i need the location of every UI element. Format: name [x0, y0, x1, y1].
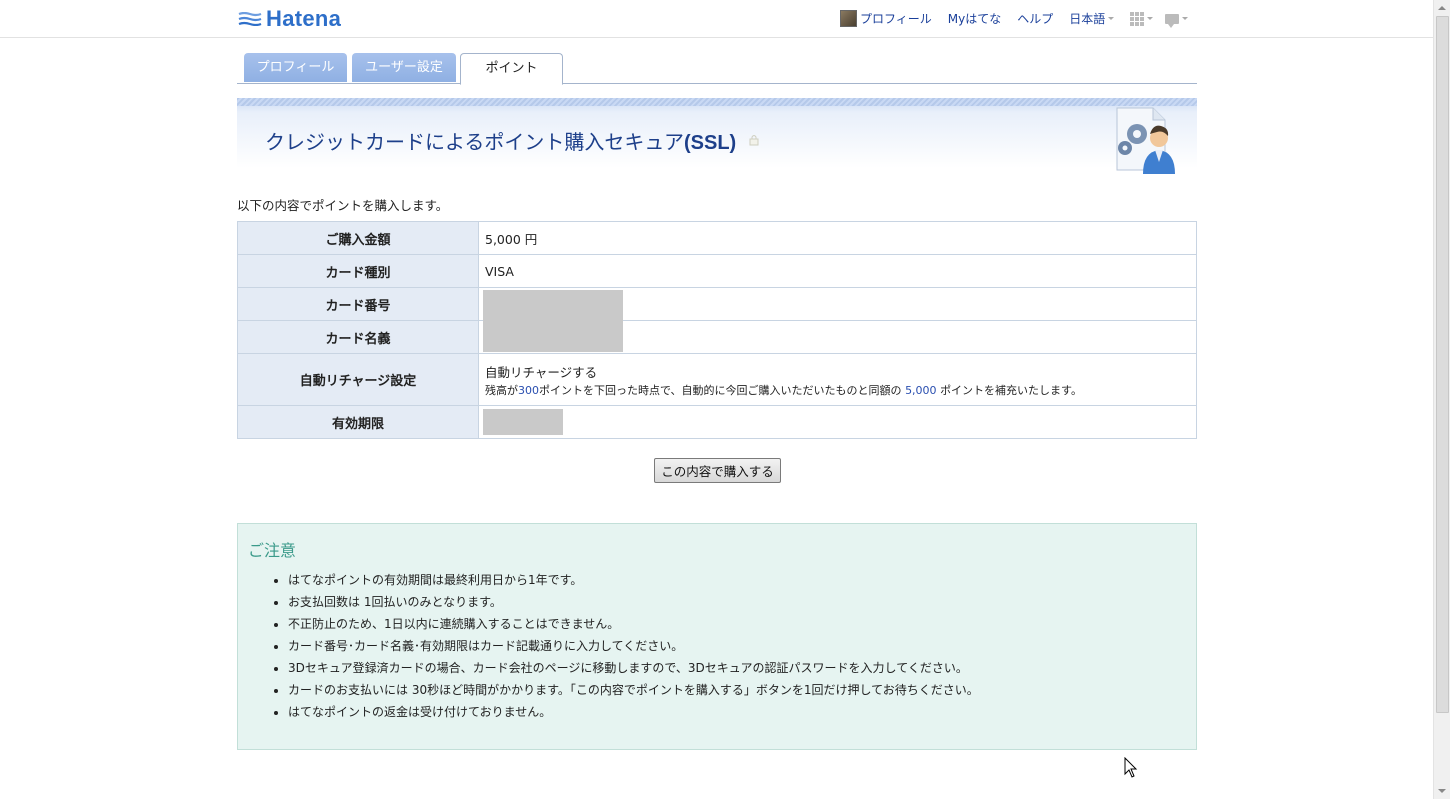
scroll-up-icon[interactable] [1438, 6, 1446, 10]
global-header: Hatena プロフィール Myはてな ヘルプ 日本語 [0, 0, 1434, 38]
page-title-main: クレジットカードによるポイント購入セキュア [265, 130, 684, 154]
note-text: ポイントを補充いたします。 [940, 383, 1082, 397]
chevron-down-icon [1182, 17, 1189, 20]
list-item: カード番号･カード名義･有効期限はカード記載通りに入力してください。 [288, 637, 979, 659]
apps-menu[interactable] [1130, 11, 1154, 26]
vertical-scrollbar[interactable] [1433, 0, 1450, 799]
note-text: ポイントを下回った時点で、自動的に今回ご購入いただいたものと同額の [539, 383, 902, 397]
table-row: 有効期限 [237, 405, 1197, 439]
tab-user-settings[interactable]: ユーザー設定 [352, 53, 456, 82]
list-item: お支払回数は 1回払いのみとなります。 [288, 593, 979, 615]
page-title-banner: クレジットカードによるポイント購入セキュア(SSL) [237, 98, 1197, 178]
list-item: はてなポイントの有効期間は最終利用日から1年です。 [288, 571, 979, 593]
table-row: 自動リチャージ設定 自動リチャージする 残高が300ポイントを下回った時点で、自… [237, 353, 1197, 406]
hatena-logo-icon [238, 12, 262, 26]
card-name-label: カード名義 [237, 320, 479, 354]
nav-my-hatena[interactable]: Myはてな [948, 10, 1001, 27]
table-row: ご購入金額 5,000 円 [237, 221, 1197, 255]
lock-icon [749, 135, 759, 146]
auto-recharge-note: 残高が300ポイントを下回った時点で、自動的に今回ご購入いただいたものと同額の … [485, 382, 1190, 398]
scroll-down-icon[interactable] [1438, 789, 1446, 793]
card-type-value: VISA [478, 254, 1197, 288]
table-row: カード名義 [237, 320, 1197, 354]
hatena-logo[interactable]: Hatena [238, 6, 341, 32]
card-type-label: カード種別 [237, 254, 479, 288]
note-text: 残高が [485, 383, 518, 397]
settings-tabs: プロフィール ユーザー設定 ポイント [237, 53, 1197, 85]
nav-help[interactable]: ヘルプ [1017, 10, 1053, 27]
recharge-amount: 5,000 [905, 383, 937, 397]
notice-box: ご注意 はてなポイントの有効期間は最終利用日から1年です。 お支払回数は 1回払… [237, 523, 1197, 750]
list-item: はてなポイントの返金は受け付けておりません。 [288, 703, 979, 725]
language-selector[interactable]: 日本語 [1069, 10, 1105, 27]
nav-help-link[interactable]: ヘルプ [1017, 10, 1053, 27]
table-row: カード番号 [237, 287, 1197, 352]
recharge-threshold: 300 [518, 383, 539, 397]
purchase-submit-button[interactable]: この内容で購入する [654, 458, 781, 483]
list-item: 不正防止のため、1日以内に連続購入することはできません。 [288, 615, 979, 637]
tab-profile[interactable]: プロフィール [244, 53, 347, 82]
auto-recharge-value: 自動リチャージする 残高が300ポイントを下回った時点で、自動的に今回ご購入いた… [478, 353, 1197, 406]
apps-grid-icon [1130, 11, 1145, 26]
masked-expiry [483, 409, 563, 435]
notice-title: ご注意 [248, 541, 297, 560]
table-row: カード種別 VISA [237, 254, 1197, 288]
amount-label: ご購入金額 [237, 221, 479, 255]
purchase-details-table: ご購入金額 5,000 円 カード種別 VISA カード番号 カード名義 自動リ… [237, 221, 1197, 439]
list-item: 3Dセキュア登録済カードの場合、カード会社のページに移動しますので、3Dセキュア… [288, 659, 979, 681]
expiry-label: 有効期限 [237, 405, 479, 439]
masked-card-info [483, 290, 623, 352]
banner-stripe [237, 98, 1197, 106]
nav-profile-link[interactable]: プロフィール [860, 10, 932, 27]
nav-language[interactable]: 日本語 [1069, 10, 1115, 27]
chevron-down-icon [1108, 17, 1115, 20]
amount-value: 5,000 円 [478, 221, 1197, 255]
page-title: クレジットカードによるポイント購入セキュア(SSL) [265, 126, 736, 155]
list-item: カードのお支払いには 30秒ほど時間がかかります。「この内容でポイントを購入する… [288, 681, 979, 703]
nav-profile[interactable]: プロフィール [840, 10, 932, 27]
nav-my-hatena-link[interactable]: Myはてな [948, 10, 1001, 27]
notice-list: はてなポイントの有効期間は最終利用日から1年です。 お支払回数は 1回払いのみと… [270, 571, 979, 725]
card-number-value [478, 287, 1197, 352]
scrollbar-thumb[interactable] [1436, 16, 1449, 713]
user-settings-icon [1116, 107, 1175, 174]
speech-bubble-icon [1165, 13, 1180, 28]
logo-text: Hatena [266, 6, 342, 31]
page-title-ssl: (SSL) [684, 132, 737, 154]
expiry-value [478, 405, 1197, 439]
notifications-menu[interactable] [1165, 13, 1189, 28]
tab-points[interactable]: ポイント [460, 53, 563, 85]
intro-text: 以下の内容でポイントを購入します。 [237, 198, 449, 213]
mouse-cursor-icon [1124, 757, 1138, 778]
card-number-label: カード番号 [237, 287, 479, 321]
user-avatar-icon [840, 10, 857, 27]
auto-recharge-label: 自動リチャージ設定 [237, 353, 479, 406]
global-nav: プロフィール Myはてな ヘルプ 日本語 [840, 10, 1204, 28]
chevron-down-icon [1147, 17, 1154, 20]
auto-recharge-status: 自動リチャージする [485, 364, 598, 380]
